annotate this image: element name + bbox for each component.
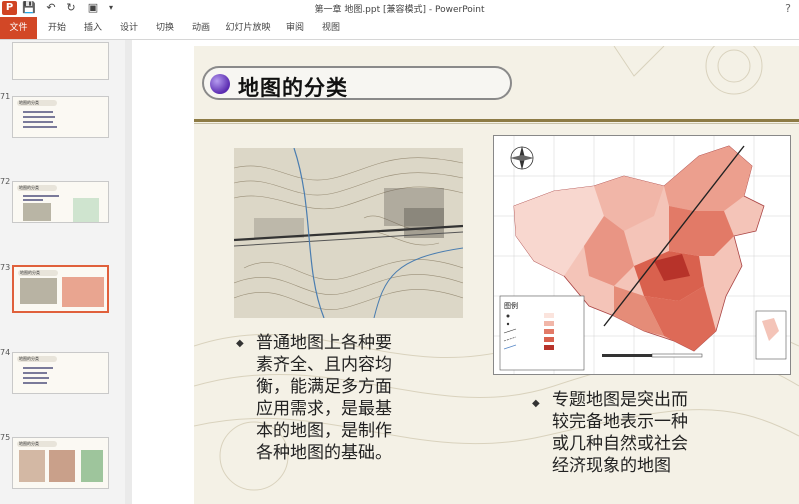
slide-thumbnail-72[interactable]: 地图的分类	[12, 181, 109, 223]
bullet-diamond-icon: ◆	[236, 338, 244, 349]
tab-view[interactable]: 视图	[318, 17, 344, 39]
bullet-line: 各种地图的基础。	[256, 443, 392, 463]
thumbnail-title: 地图的分类	[17, 185, 57, 191]
help-icon[interactable]: ?	[785, 2, 791, 15]
tab-transitions[interactable]: 切换	[152, 17, 178, 39]
slide-thumbnail-75[interactable]: 地图的分类	[12, 437, 109, 489]
bullet-thematic-map[interactable]: 专题地图是突出而 较完备地表示一种 或几种自然或社会 经济现象的地图	[552, 389, 737, 477]
bullet-line: 专题地图是突出而	[552, 390, 688, 410]
title-bullet-icon	[210, 74, 230, 94]
scale-bar	[602, 353, 703, 358]
tab-file[interactable]: 文件	[0, 17, 37, 39]
thumbnail-title: 地图的分类	[17, 356, 57, 362]
title-bar: P 💾 ↶ ↻ ▣ ▾ 第一章 地图.ppt [兼容模式] - PowerPoi…	[0, 0, 799, 17]
thumbnail-title: 地图的分类	[17, 441, 57, 447]
map-legend-title: 图例	[504, 301, 518, 310]
bullet-general-map[interactable]: 普通地图上各种要 素齐全、且内容均 衡，能满足多方面 应用需求，是最基 本的地图…	[256, 332, 436, 464]
slide-number: 73	[0, 263, 11, 272]
slide-number: 75	[0, 433, 11, 442]
tab-insert[interactable]: 插入	[80, 17, 106, 39]
thematic-map-image[interactable]: 图例	[493, 135, 791, 375]
bullet-line: 衡，能满足多方面	[256, 377, 392, 397]
tab-home[interactable]: 开始	[44, 17, 70, 39]
slide-thumbnail-70[interactable]	[12, 42, 109, 80]
thumbnail-scrollbar[interactable]	[125, 40, 132, 504]
ribbon-tabs: 文件 开始 插入 设计 切换 动画 幻灯片放映 审阅 视图	[0, 17, 799, 40]
thumbnail-title: 地图的分类	[17, 100, 57, 106]
bullet-line: 应用需求，是最基	[256, 399, 392, 419]
tab-review[interactable]: 审阅	[282, 17, 308, 39]
slide-number: 72	[0, 177, 11, 186]
slide-thumbnail-73-selected[interactable]: 地图的分类	[12, 265, 109, 313]
bullet-line: 经济现象的地图	[552, 456, 671, 476]
slide-thumbnail-panel[interactable]: 71 地图的分类 72 地图的分类 73 地图的分类 74 地图的分类 75 地…	[0, 40, 132, 504]
tab-design[interactable]: 设计	[116, 17, 142, 39]
title-frame: 地图的分类	[202, 66, 512, 100]
bullet-line: 或几种自然或社会	[552, 434, 688, 454]
tab-slideshow[interactable]: 幻灯片放映	[224, 17, 272, 39]
tab-animations[interactable]: 动画	[188, 17, 214, 39]
slide-canvas[interactable]: 地图的分类 图例 ◆ 普通地图上各种要 素齐全、且内容均 衡，能满足多方面 应用…	[194, 46, 799, 504]
window-title: 第一章 地图.ppt [兼容模式] - PowerPoint	[314, 5, 485, 15]
slide-thumbnail-71[interactable]: 地图的分类	[12, 96, 109, 138]
slide-number: 71	[0, 92, 11, 101]
bullet-line: 本的地图，是制作	[256, 421, 392, 441]
title-divider-thin	[194, 123, 799, 124]
slide-title[interactable]: 地图的分类	[238, 72, 348, 102]
thumbnail-title: 地图的分类	[18, 270, 58, 276]
bullet-line: 素齐全、且内容均	[256, 355, 392, 375]
map-legend: 图例	[499, 295, 585, 371]
slide-thumbnail-74[interactable]: 地图的分类	[12, 352, 109, 394]
bullet-line: 普通地图上各种要	[256, 333, 392, 353]
bullet-line: 较完备地表示一种	[552, 412, 688, 432]
bullet-diamond-icon: ◆	[532, 398, 540, 409]
slide-number: 74	[0, 348, 11, 357]
title-divider	[194, 119, 799, 122]
topographic-map-image[interactable]	[234, 148, 463, 318]
